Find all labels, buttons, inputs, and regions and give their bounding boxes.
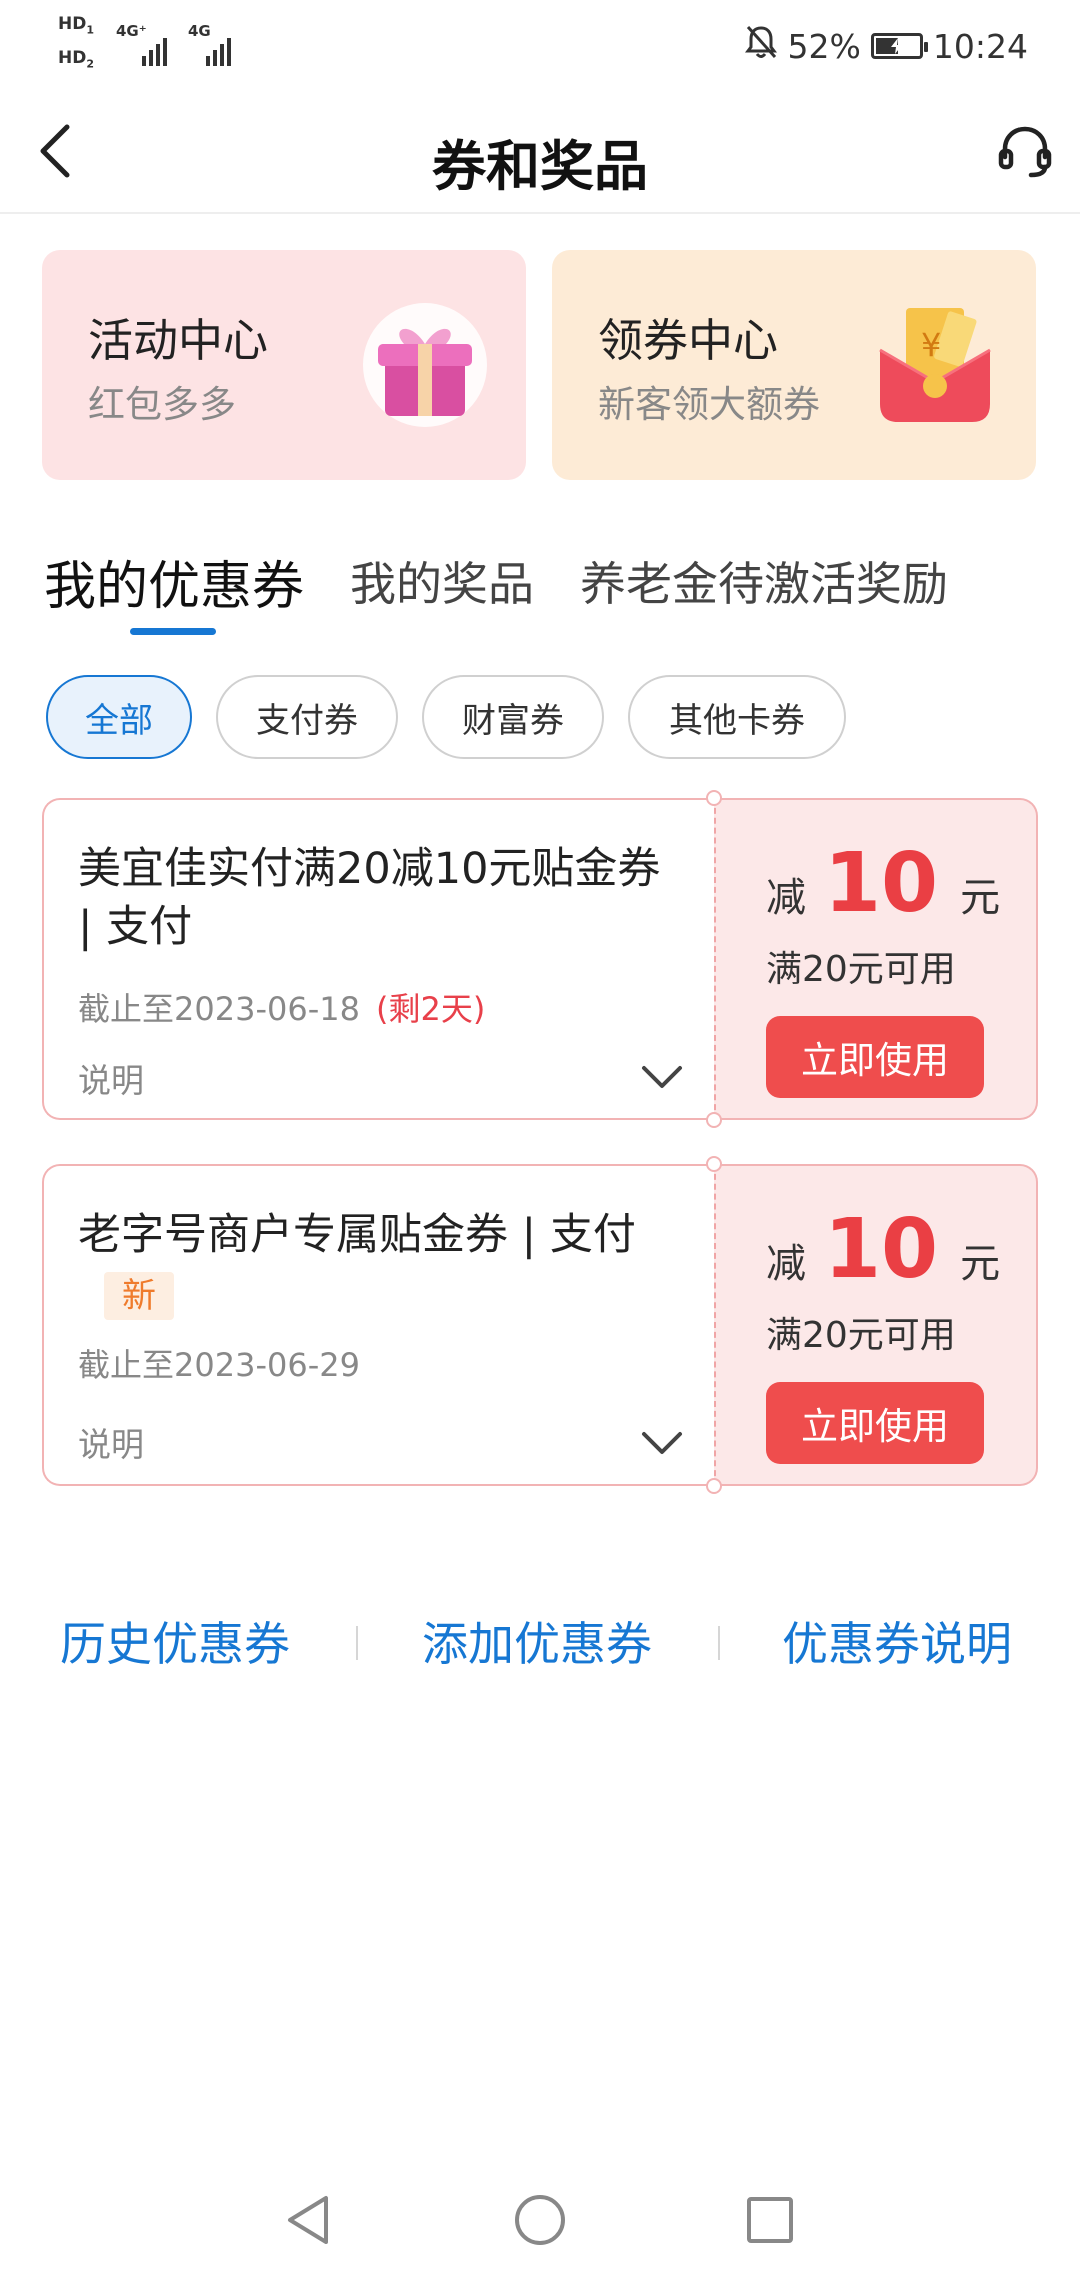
- new-badge: 新: [104, 1272, 174, 1320]
- amount-unit: 元: [960, 875, 1001, 921]
- coupon-info: 美宜佳实付满20减10元贴金券 | 支付 截止至2023-06-18 (剩2天) …: [42, 798, 714, 1120]
- filter-chip-wealth[interactable]: 财富券: [422, 675, 604, 759]
- tab-my-coupons[interactable]: 我的优惠券: [44, 544, 304, 619]
- coupon-value-panel: 减 10 元 满20元可用 立即使用: [714, 798, 1038, 1120]
- status-bar: HD1 HD2 4G⁺ 4G 52% 10:24: [0, 0, 1080, 92]
- days-remaining: (剩2天): [375, 990, 486, 1028]
- svg-text:¥: ¥: [921, 326, 941, 364]
- card-subtitle: 新客领大额券: [598, 383, 820, 426]
- coupon-value-panel: 减 10 元 满20元可用 立即使用: [714, 1164, 1038, 1486]
- history-coupons-link[interactable]: 历史优惠券: [60, 1608, 290, 1674]
- triangle-back-icon: [280, 2192, 336, 2252]
- use-now-button[interactable]: 立即使用: [766, 1016, 984, 1098]
- tab-pension-rewards[interactable]: 养老金待激活奖励: [580, 548, 948, 614]
- divider: [356, 1626, 358, 1660]
- ticket-notch: [706, 1478, 722, 1494]
- amount-prefix: 减: [766, 1241, 806, 1287]
- card-title: 活动中心: [88, 314, 269, 367]
- coupon-expiry: 截止至2023-06-29: [78, 1346, 360, 1384]
- page-title: 券和奖品: [432, 135, 648, 198]
- circle-home-icon: [512, 2192, 568, 2252]
- coupon-title: 老字号商户专属贴金券 | 支付 新: [78, 1206, 688, 1322]
- battery-icon: [870, 33, 928, 59]
- gift-box-icon: [360, 300, 490, 430]
- activity-center-card[interactable]: 活动中心 红包多多: [42, 250, 526, 480]
- network-indicators: HD1 HD2 4G⁺ 4G: [58, 14, 258, 78]
- clock: 10:24: [932, 26, 1028, 66]
- app-header: 券和奖品: [0, 92, 1080, 214]
- coupon-actions: 历史优惠券 添加优惠券 优惠券说明: [0, 1600, 1080, 1680]
- hd-voice-label-1: HD1: [58, 14, 94, 37]
- red-envelope-icon: ¥: [870, 300, 1000, 430]
- chevron-down-icon[interactable]: [640, 1428, 684, 1458]
- coupon-description-toggle[interactable]: 说明: [78, 1054, 144, 1102]
- filter-chip-other[interactable]: 其他卡券: [628, 675, 846, 759]
- coupon-tabs: 我的优惠券 我的奖品 养老金待激活奖励: [44, 548, 1044, 638]
- coupon-condition: 满20元可用: [766, 949, 956, 990]
- battery-percent: 52%: [787, 26, 861, 66]
- nav-home-button[interactable]: [508, 2190, 572, 2254]
- ticket-notch: [706, 1156, 722, 1172]
- coupon-amount: 减 10 元: [766, 836, 1000, 936]
- coupon-card: 美宜佳实付满20减10元贴金券 | 支付 截止至2023-06-18 (剩2天) …: [42, 790, 1038, 1128]
- bell-muted-icon: [744, 24, 778, 68]
- coupon-amount: 减 10 元: [766, 1202, 1000, 1302]
- coupon-title-text: 老字号商户专属贴金券 | 支付: [78, 1210, 636, 1260]
- status-right: 52% 10:24: [744, 22, 1028, 70]
- card-title: 领券中心: [598, 314, 779, 367]
- coupon-card: 老字号商户专属贴金券 | 支付 新 截止至2023-06-29 说明 减 10 …: [42, 1156, 1038, 1494]
- ticket-notch: [706, 790, 722, 806]
- expiry-date: 截止至2023-06-18: [78, 990, 360, 1028]
- tab-indicator: [130, 628, 216, 635]
- customer-service-button[interactable]: [992, 120, 1058, 186]
- ticket-notch: [706, 1112, 722, 1128]
- system-nav-bar: [0, 2160, 1080, 2280]
- signal-strength-icon-2: [206, 26, 231, 66]
- filter-chip-all[interactable]: 全部: [46, 675, 192, 759]
- headset-icon: [997, 123, 1053, 183]
- coupon-info: 老字号商户专属贴金券 | 支付 新 截止至2023-06-29 说明: [42, 1164, 714, 1486]
- coupon-description-toggle[interactable]: 说明: [78, 1418, 144, 1466]
- card-subtitle: 红包多多: [88, 383, 236, 426]
- hd-voice-label-2: HD2: [58, 48, 94, 71]
- add-coupon-link[interactable]: 添加优惠券: [422, 1608, 652, 1674]
- chevron-down-icon[interactable]: [640, 1062, 684, 1092]
- signal-strength-icon-1: [142, 26, 167, 66]
- coupon-expiry: 截止至2023-06-18 (剩2天): [78, 984, 485, 1030]
- square-recents-icon: [742, 2192, 798, 2252]
- coupon-title: 美宜佳实付满20减10元贴金券 | 支付: [78, 844, 661, 952]
- filter-chip-payment[interactable]: 支付券: [216, 675, 398, 759]
- amount-prefix: 减: [766, 875, 806, 921]
- use-now-button[interactable]: 立即使用: [766, 1382, 984, 1464]
- coupon-center-card[interactable]: 领券中心 新客领大额券 ¥: [552, 250, 1036, 480]
- amount-unit: 元: [960, 1241, 1001, 1287]
- nav-back-button[interactable]: [276, 2190, 340, 2254]
- amount-value: 10: [824, 1202, 939, 1297]
- coupon-condition: 满20元可用: [766, 1315, 956, 1356]
- nav-recents-button[interactable]: [738, 2190, 802, 2254]
- tab-my-prizes[interactable]: 我的奖品: [350, 548, 534, 614]
- amount-value: 10: [824, 836, 939, 931]
- divider: [718, 1626, 720, 1660]
- coupon-help-link[interactable]: 优惠券说明: [782, 1608, 1012, 1674]
